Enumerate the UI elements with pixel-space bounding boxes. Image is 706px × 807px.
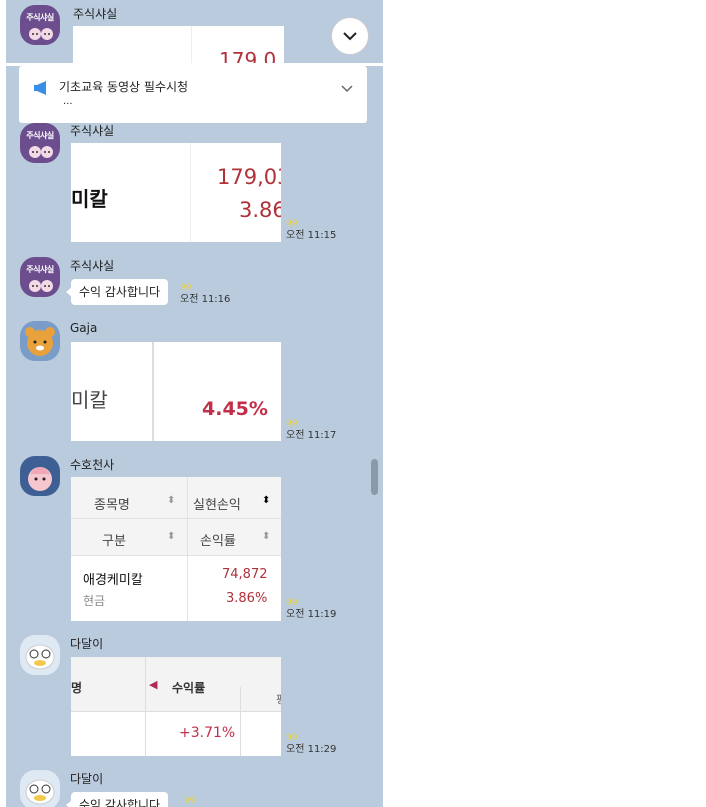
unread-count: 99: [286, 219, 298, 229]
avatar-label: 주식샤실: [26, 13, 54, 22]
card-rate: 3.86: [239, 198, 281, 222]
sort-arrow-icon: ◀: [149, 678, 158, 691]
divider: [71, 555, 281, 556]
avatar-suho[interactable]: [20, 456, 60, 496]
divider: [190, 143, 191, 242]
sort-icon: ⬍: [262, 531, 271, 542]
message-time: 오전 11:29: [286, 744, 337, 755]
message-meta: 99 오전 11:29: [286, 733, 336, 755]
character-icon: [28, 467, 52, 491]
sender-name: 주식샤실: [70, 259, 115, 273]
notice-ellipsis: ...: [63, 96, 73, 107]
header-col2: 수익률: [172, 681, 206, 695]
notice-banner[interactable]: 기초교육 동영상 필수시청 ...: [19, 66, 367, 123]
message-time: 오전 11:16: [180, 294, 231, 305]
card-price: 179,03: [217, 165, 281, 189]
sort-icon: ⬍: [167, 495, 176, 506]
unread-count: 99: [286, 733, 298, 743]
header-stock: 종목명: [94, 498, 130, 513]
unread-count: 99: [286, 598, 298, 608]
message-time: 오전 11:19: [286, 609, 337, 620]
text-bubble[interactable]: 수익 감사합니다: [65, 279, 169, 305]
avatar-jusik[interactable]: 주식샤실: [20, 123, 60, 163]
avatar-dadal[interactable]: [20, 635, 60, 675]
message-time: 오전 11:15: [286, 230, 337, 241]
avatar-label: 주식샤실: [26, 265, 54, 274]
divider: [240, 687, 241, 756]
scrollbar-thumb[interactable]: [371, 459, 378, 495]
megaphone-icon: [34, 81, 46, 95]
divider: [152, 342, 154, 441]
divider: [145, 657, 146, 756]
row-amount: 74,872: [222, 567, 268, 582]
avatar-jusik[interactable]: 주식샤실: [20, 257, 60, 297]
header-col1: 명: [71, 681, 83, 695]
text-bubble[interactable]: 수익 감사합니다: [65, 792, 169, 807]
character-icon: [29, 280, 53, 292]
sender-name: 다달이: [70, 772, 104, 786]
notice-title: 기초교육 동영상 필수시청: [59, 80, 189, 94]
message-meta: 99 오전 11:16: [180, 283, 230, 305]
message-time: 오전 11:17: [286, 430, 337, 441]
image-message[interactable]: 미칼 179,03 3.86: [71, 143, 281, 242]
header-col3: 평: [276, 691, 281, 707]
character-icon: [29, 146, 53, 158]
image-message[interactable]: 미칼 4.45%: [71, 342, 281, 441]
row-type: 현금: [83, 594, 106, 608]
character-icon: [29, 28, 53, 40]
divider: [187, 477, 188, 621]
card-stock: 미칼: [71, 388, 108, 412]
card-stock: 미칼: [71, 187, 108, 211]
sender-name: 주식샤실: [70, 124, 115, 138]
sender-name: 수호천사: [70, 458, 115, 472]
row-rate: +3.71%: [179, 725, 236, 741]
row-stock: 애경케미칼: [83, 573, 143, 588]
header-rate: 손익률: [200, 534, 236, 549]
card-rate: 4.45%: [202, 398, 268, 420]
divider: [71, 711, 281, 712]
header-profit: 실현손익: [193, 498, 241, 513]
header-type: 구분: [102, 534, 126, 549]
divider: [71, 518, 281, 519]
message-meta: 99 오전 11:17: [286, 419, 336, 441]
image-message[interactable]: 179,0: [73, 26, 284, 66]
chevron-down-icon: [343, 32, 357, 41]
chevron-down-icon[interactable]: [339, 80, 355, 96]
character-icon: [25, 644, 55, 670]
character-icon: [25, 327, 55, 356]
avatar-dadal[interactable]: [20, 770, 60, 807]
unread-count: 99: [180, 283, 192, 293]
image-message[interactable]: 종목명 ⬍ 실현손익 ⬍ 구분 ⬍ 손익률 ⬍ 애경케미칼 74,872 현금 …: [71, 477, 281, 621]
character-icon: [25, 779, 55, 805]
sender-name: 주식샤실: [73, 7, 118, 21]
message-meta: 99 오전 11:15: [286, 219, 336, 241]
sort-icon: ⬍: [262, 495, 271, 506]
unread-count: 99: [184, 796, 196, 806]
chat-room[interactable]: 주식샤실 주식샤실 179,0 기초교육 동영상 필수시청 ... 주식샤실 주…: [6, 0, 383, 807]
avatar-gaja[interactable]: [20, 321, 60, 361]
sender-name: Gaja: [70, 321, 98, 335]
message-meta: 99: [184, 796, 195, 807]
row-rate: 3.86%: [226, 591, 268, 606]
avatar-jusik[interactable]: 주식샤실: [20, 5, 60, 45]
avatar-label: 주식샤실: [26, 131, 54, 140]
scroll-down-button[interactable]: [331, 17, 369, 55]
image-message[interactable]: 명 ◀ 수익률 평 +3.71%: [71, 657, 281, 756]
divider: [191, 26, 192, 66]
sender-name: 다달이: [70, 637, 104, 651]
sort-icon: ⬍: [167, 531, 176, 542]
message-meta: 99 오전 11:19: [286, 598, 336, 620]
unread-count: 99: [286, 419, 298, 429]
